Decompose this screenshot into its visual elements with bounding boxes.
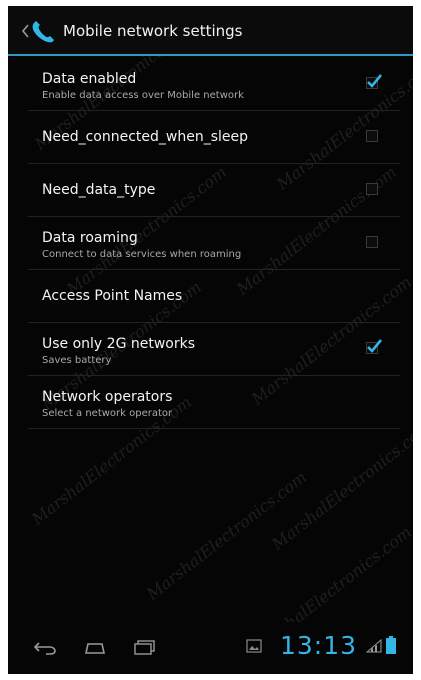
- checkmark-icon: [367, 339, 382, 353]
- pref-summary: Saves battery: [42, 355, 112, 366]
- pref-summary: Enable data access over Mobile network: [42, 90, 244, 101]
- pref-title: Need_data_type: [42, 182, 156, 198]
- checkbox-checked[interactable]: [366, 74, 382, 89]
- pref-item-access-point-names[interactable]: Access Point Names: [28, 270, 400, 323]
- signal-icon: [366, 639, 382, 653]
- pref-title: Network operators: [42, 389, 173, 405]
- pref-summary: Select a network operator: [42, 408, 173, 419]
- pref-item-need-data-type[interactable]: Need_data_type: [28, 164, 400, 217]
- checkbox-unchecked[interactable]: [366, 130, 378, 142]
- recent-apps-icon[interactable]: [130, 635, 160, 659]
- gallery-icon[interactable]: [246, 638, 262, 654]
- pref-title: Data enabled: [42, 71, 137, 87]
- pref-item-need-connected-when-sleep[interactable]: Need_connected_when_sleep: [28, 111, 400, 164]
- clock: 13:13: [280, 631, 358, 660]
- pref-title: Access Point Names: [42, 288, 183, 304]
- action-bar: Mobile network settings: [8, 6, 413, 56]
- battery-icon: [386, 636, 396, 654]
- checkbox-unchecked[interactable]: [366, 236, 378, 248]
- phone-handset-icon[interactable]: [28, 18, 60, 46]
- pref-title: Need_connected_when_sleep: [42, 129, 249, 145]
- checkbox-unchecked[interactable]: [366, 183, 378, 195]
- preference-list: Data enabled Enable data access over Mobi…: [28, 58, 400, 429]
- checkbox-checked[interactable]: [366, 339, 382, 354]
- pref-item-data-roaming[interactable]: Data roaming Connect to data services whe…: [28, 217, 400, 270]
- pref-item-use-only-2g-networks[interactable]: Use only 2G networks Saves battery: [28, 323, 400, 376]
- watermark: MarshalElectronics.com: [143, 467, 311, 604]
- pref-item-network-operators[interactable]: Network operators Select a network operat…: [28, 376, 400, 429]
- watermark: MarshalElectronics.com: [268, 417, 413, 554]
- pref-item-data-enabled[interactable]: Data enabled Enable data access over Mobi…: [28, 58, 400, 111]
- back-icon[interactable]: [30, 635, 60, 659]
- system-bar: 13:13: [8, 622, 413, 674]
- pref-title: Use only 2G networks: [42, 336, 196, 352]
- phone-screen: MarshalElectronics.com MarshalElectronic…: [8, 6, 413, 674]
- pref-summary: Connect to data services when roaming: [42, 249, 242, 260]
- pref-title: Data roaming: [42, 230, 138, 246]
- page-title: Mobile network settings: [63, 22, 243, 40]
- checkmark-icon: [367, 74, 382, 88]
- home-icon[interactable]: [80, 635, 110, 659]
